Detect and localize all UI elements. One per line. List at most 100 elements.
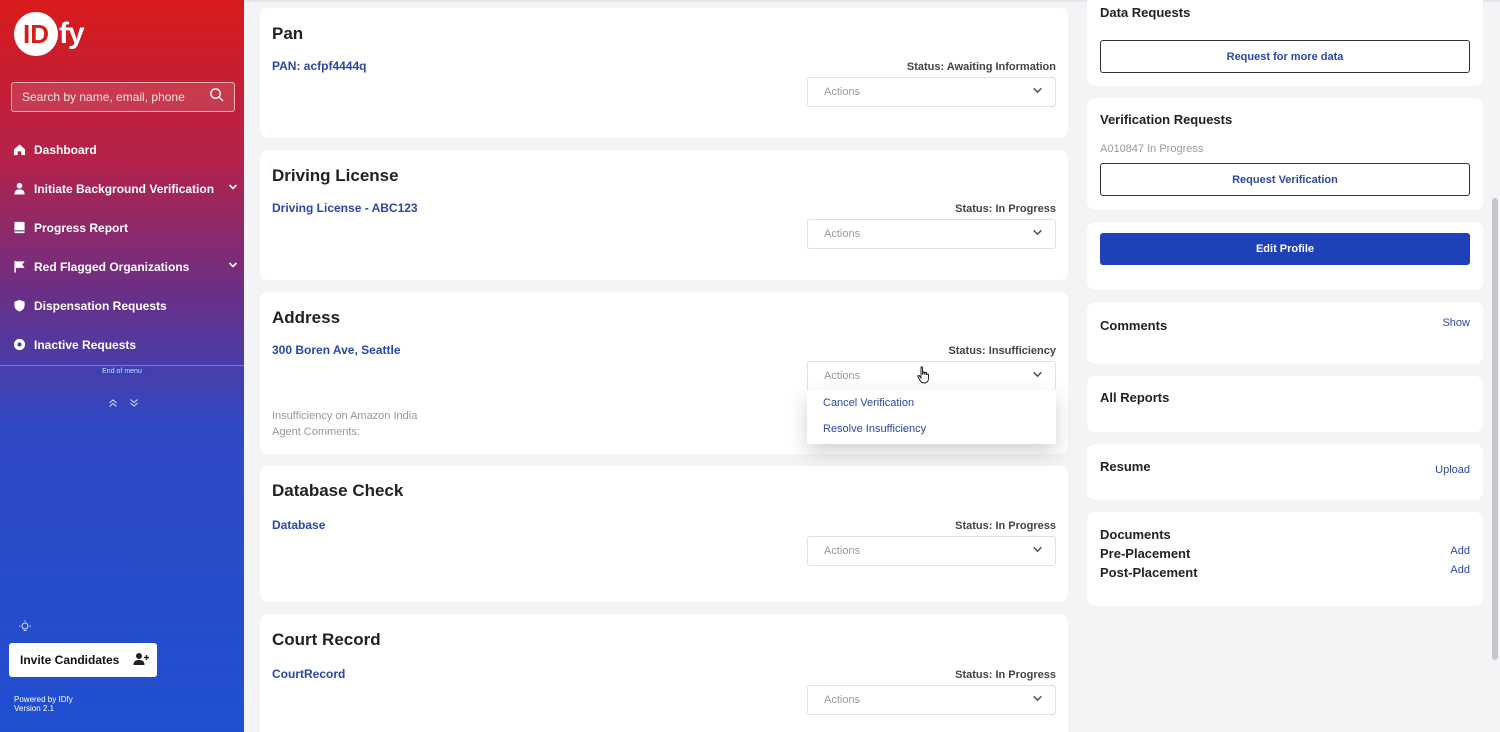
actions-label: Actions (824, 86, 861, 98)
add-user-icon (133, 652, 150, 669)
menu-item-cancel-verification[interactable]: Cancel Verification (807, 390, 1056, 416)
sidebar-item-label: Dispensation Requests (34, 298, 167, 313)
all-reports-title: All Reports (1100, 390, 1170, 405)
status-text: Status: Insufficiency (948, 345, 1056, 357)
card-detail-link[interactable]: 300 Boren Ave, Seattle (272, 343, 401, 357)
logo-text: fy (59, 17, 85, 50)
actions-select[interactable]: Actions (807, 361, 1056, 391)
card-title: Address (272, 308, 341, 327)
comments-title: Comments (1100, 318, 1168, 333)
flag-icon (12, 260, 26, 274)
sidebar: ID fy Dashboard Initiate Background Veri… (0, 0, 244, 732)
sidebar-item-label: Dashboard (34, 142, 97, 157)
insufficiency-note: Insufficiency on Amazon India (272, 410, 418, 422)
page-scrollbar[interactable] (1492, 198, 1498, 660)
hand-cursor-icon (917, 366, 931, 389)
verification-requests-card: Verification Requests A010847 In Progres… (1087, 98, 1483, 210)
verification-card-pan: Pan PAN: acfpf4444q Status: Awaiting Inf… (260, 8, 1068, 138)
home-icon (12, 143, 26, 157)
menu-item-resolve-insufficiency[interactable]: Resolve Insufficiency (807, 416, 1056, 442)
actions-dropdown-menu: Cancel Verification Resolve Insufficienc… (807, 390, 1056, 444)
documents-title: Documents (1100, 527, 1171, 542)
edit-profile-button[interactable]: Edit Profile (1100, 233, 1470, 265)
comments-card: Comments Show (1087, 302, 1483, 364)
chevron-down-icon (1032, 227, 1043, 241)
request-verification-button[interactable]: Request Verification (1100, 163, 1470, 196)
menu-scroll-arrows (108, 398, 139, 411)
verification-card-database-check: Database Check Database Status: In Progr… (260, 466, 1068, 602)
pre-placement-label: Pre-Placement (1100, 546, 1191, 561)
verification-request-status: A010847 In Progress (1100, 143, 1204, 155)
powered-by-text: Powered by IDfy (14, 695, 73, 704)
pre-placement-add-link[interactable]: Add (1450, 545, 1470, 557)
chevron-down-icon[interactable] (129, 399, 139, 411)
comments-show-link[interactable]: Show (1442, 317, 1470, 329)
card-title: Court Record (272, 630, 381, 649)
sidebar-item-red-flagged-organizations[interactable]: Red Flagged Organizations (0, 247, 244, 286)
agent-comments-label: Agent Comments: (272, 426, 361, 438)
disc-icon (12, 338, 26, 352)
lightbulb-icon[interactable] (18, 620, 32, 637)
resume-card: Resume Upload (1087, 444, 1483, 500)
post-placement-add-link[interactable]: Add (1450, 564, 1470, 576)
search-box (11, 82, 235, 112)
sidebar-item-dashboard[interactable]: Dashboard (0, 130, 244, 169)
data-requests-card: Data Requests Request for more data (1087, 0, 1483, 86)
search-input[interactable] (22, 90, 209, 104)
search-icon[interactable] (209, 87, 224, 107)
card-detail-link[interactable]: Driving License - ABC123 (272, 201, 418, 215)
card-detail-link[interactable]: Database (272, 518, 325, 532)
resume-title: Resume (1100, 459, 1151, 474)
sidebar-item-label: Red Flagged Organizations (34, 259, 190, 274)
card-detail-link[interactable]: PAN: acfpf4444q (272, 59, 366, 73)
invite-candidates-button[interactable]: Invite Candidates (9, 643, 157, 677)
verification-requests-title: Verification Requests (1100, 112, 1233, 127)
chevron-down-icon[interactable] (228, 182, 238, 195)
card-title: Pan (272, 24, 304, 43)
actions-select[interactable]: Actions (807, 219, 1056, 249)
sidebar-item-dispensation-requests[interactable]: Dispensation Requests (0, 286, 244, 325)
edit-profile-card: Edit Profile (1087, 222, 1483, 290)
actions-label: Actions (824, 694, 861, 706)
sidebar-item-label: Initiate Background Verification (34, 181, 215, 196)
sidebar-item-inactive-requests[interactable]: Inactive Requests (0, 325, 244, 364)
chevron-down-icon (1032, 369, 1043, 383)
book-icon (12, 221, 26, 235)
status-text: Status: Awaiting Information (906, 61, 1056, 73)
sidebar-nav: Dashboard Initiate Background Verificati… (0, 130, 244, 364)
sidebar-item-label: Progress Report (34, 220, 129, 235)
chevron-up-icon[interactable] (108, 399, 129, 411)
card-title: Database Check (272, 481, 404, 500)
end-of-menu-divider: End of menu (0, 365, 244, 384)
version-text: Version 2.1 (14, 704, 55, 713)
actions-select[interactable]: Actions (807, 685, 1056, 715)
powered-by: Powered by IDfy Version 2.1 (14, 695, 73, 713)
invite-candidates-label: Invite Candidates (20, 653, 120, 667)
chevron-down-icon (1032, 544, 1043, 558)
sidebar-item-label: Inactive Requests (34, 337, 137, 352)
request-more-data-button[interactable]: Request for more data (1100, 40, 1470, 73)
post-placement-label: Post-Placement (1100, 565, 1198, 580)
verification-card-court-record: Court Record CourtRecord Status: In Prog… (260, 614, 1068, 732)
person-icon (12, 182, 26, 196)
sidebar-item-progress-report[interactable]: Progress Report (0, 208, 244, 247)
actions-select[interactable]: Actions (807, 536, 1056, 566)
sidebar-item-initiate-background-verification[interactable]: Initiate Background Verification (0, 169, 244, 208)
actions-label: Actions (824, 228, 861, 240)
status-text: Status: In Progress (955, 520, 1056, 532)
logo-mark: ID (14, 12, 58, 56)
all-reports-card: All Reports (1087, 376, 1483, 432)
verification-card-driving-license: Driving License Driving License - ABC123… (260, 150, 1068, 280)
actions-label: Actions (824, 545, 861, 557)
documents-card: Documents Pre-Placement Post-Placement A… (1087, 512, 1483, 606)
resume-upload-link[interactable]: Upload (1435, 464, 1470, 476)
status-text: Status: In Progress (955, 203, 1056, 215)
shield-icon (12, 299, 26, 313)
end-of-menu-label: End of menu (98, 368, 146, 375)
card-detail-link[interactable]: CourtRecord (272, 667, 345, 681)
card-title: Driving License (272, 166, 399, 185)
idfy-logo[interactable]: ID fy (14, 12, 85, 56)
actions-select[interactable]: Actions (807, 77, 1056, 107)
chevron-down-icon[interactable] (228, 260, 238, 273)
chevron-down-icon (1032, 85, 1043, 99)
